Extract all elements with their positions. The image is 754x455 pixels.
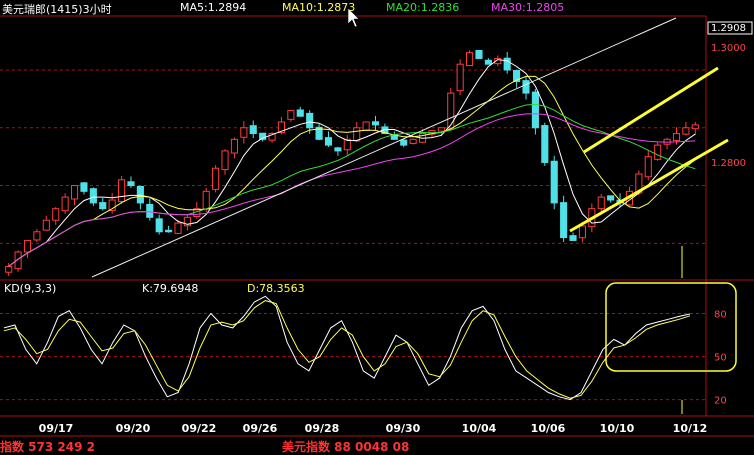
candle-body: [560, 202, 568, 239]
date-axis-label: 09/28: [305, 422, 340, 435]
candle-body: [437, 127, 445, 132]
candle-body: [287, 109, 295, 120]
price-axis-label: 1.2908: [711, 23, 746, 34]
kd-title: KD(9,3,3): [4, 282, 57, 295]
date-axis-label: 09/20: [116, 422, 151, 435]
candle-body: [334, 147, 342, 152]
candle-body: [597, 196, 605, 210]
chart-stage: 1.2908 1.3000 1.2800 80 50 20 09/17 09/20 09/22…: [0, 0, 754, 449]
candle-body: [371, 121, 380, 126]
candle-body: [221, 150, 229, 171]
candle-body: [475, 49, 483, 59]
candle-body: [202, 190, 210, 210]
candle-body: [165, 229, 173, 233]
candle-body: [146, 203, 154, 218]
candle-body: [644, 156, 652, 178]
candle-body: [136, 185, 144, 204]
candle-body: [409, 138, 417, 144]
candle-body: [212, 167, 220, 190]
date-axis-label: 09/30: [386, 422, 421, 435]
price-axis-label: 1.3000: [711, 43, 746, 54]
candle-body: [400, 139, 408, 146]
candle-body: [531, 91, 539, 129]
candle-body: [23, 239, 32, 253]
kd-axis-label: 20: [714, 396, 727, 407]
date-axis-label: 10/10: [600, 422, 635, 435]
candle-body: [99, 202, 107, 210]
candle-body: [324, 137, 333, 146]
candle-body: [240, 127, 248, 138]
chart-title: 美元瑞郎(1415)3小时: [2, 3, 112, 16]
candle-body: [174, 222, 182, 234]
candle-body: [484, 59, 492, 65]
candle-body: [569, 235, 577, 241]
ma5-label: MA5:1.2894: [180, 1, 247, 14]
candle-body: [522, 80, 530, 94]
candle-body: [541, 125, 549, 163]
candle-body: [607, 195, 615, 201]
kd-axis-label: 80: [714, 310, 727, 321]
candle-body: [691, 124, 699, 130]
candle-body: [5, 265, 13, 273]
kd-d-value: D:78.3563: [247, 282, 305, 295]
candle-body: [503, 57, 511, 71]
date-axis-label: 09/26: [243, 422, 278, 435]
candle-body: [70, 185, 79, 200]
candle-body: [447, 92, 455, 129]
ma20-label: MA20:1.2836: [386, 1, 460, 14]
candle-body: [230, 138, 238, 154]
date-axis-label: 10/04: [462, 422, 497, 435]
candle-body: [353, 127, 361, 142]
candle-body: [682, 127, 690, 135]
candle-body: [456, 63, 464, 92]
date-axis-label: 09/17: [39, 422, 74, 435]
candle-body: [306, 112, 314, 129]
candle-body: [127, 181, 135, 187]
candle-body: [118, 179, 126, 203]
candle-body: [52, 208, 60, 221]
candle-body: [672, 133, 681, 141]
date-axis-label: 10/12: [673, 422, 708, 435]
date-axis-label: 10/06: [531, 422, 566, 435]
candle-body: [61, 196, 69, 212]
candle-body: [33, 231, 41, 241]
candle-body: [42, 219, 50, 231]
candle-body: [362, 121, 370, 131]
kd-k-value: K:79.6948: [142, 282, 199, 295]
kd-axis-label: 50: [714, 353, 727, 364]
date-axis-label: 09/22: [182, 422, 217, 435]
candle-body: [89, 188, 97, 204]
candle-body: [296, 109, 304, 117]
candle-body: [654, 144, 662, 160]
bottom-strip-left: 指数 573 249 2: [0, 440, 95, 454]
ma30-label: MA30:1.2805: [491, 1, 565, 14]
candle-body: [155, 218, 163, 233]
price-axis-label: 1.2800: [711, 158, 746, 169]
bottom-strip-right: 美元指数 88 0048 08: [282, 440, 410, 454]
candle-body: [466, 52, 474, 67]
ma10-label: MA10:1.2873: [282, 1, 356, 14]
candle-body: [550, 160, 558, 204]
candle-body: [80, 182, 88, 192]
candle-body: [578, 225, 586, 239]
candle-body: [249, 125, 257, 135]
